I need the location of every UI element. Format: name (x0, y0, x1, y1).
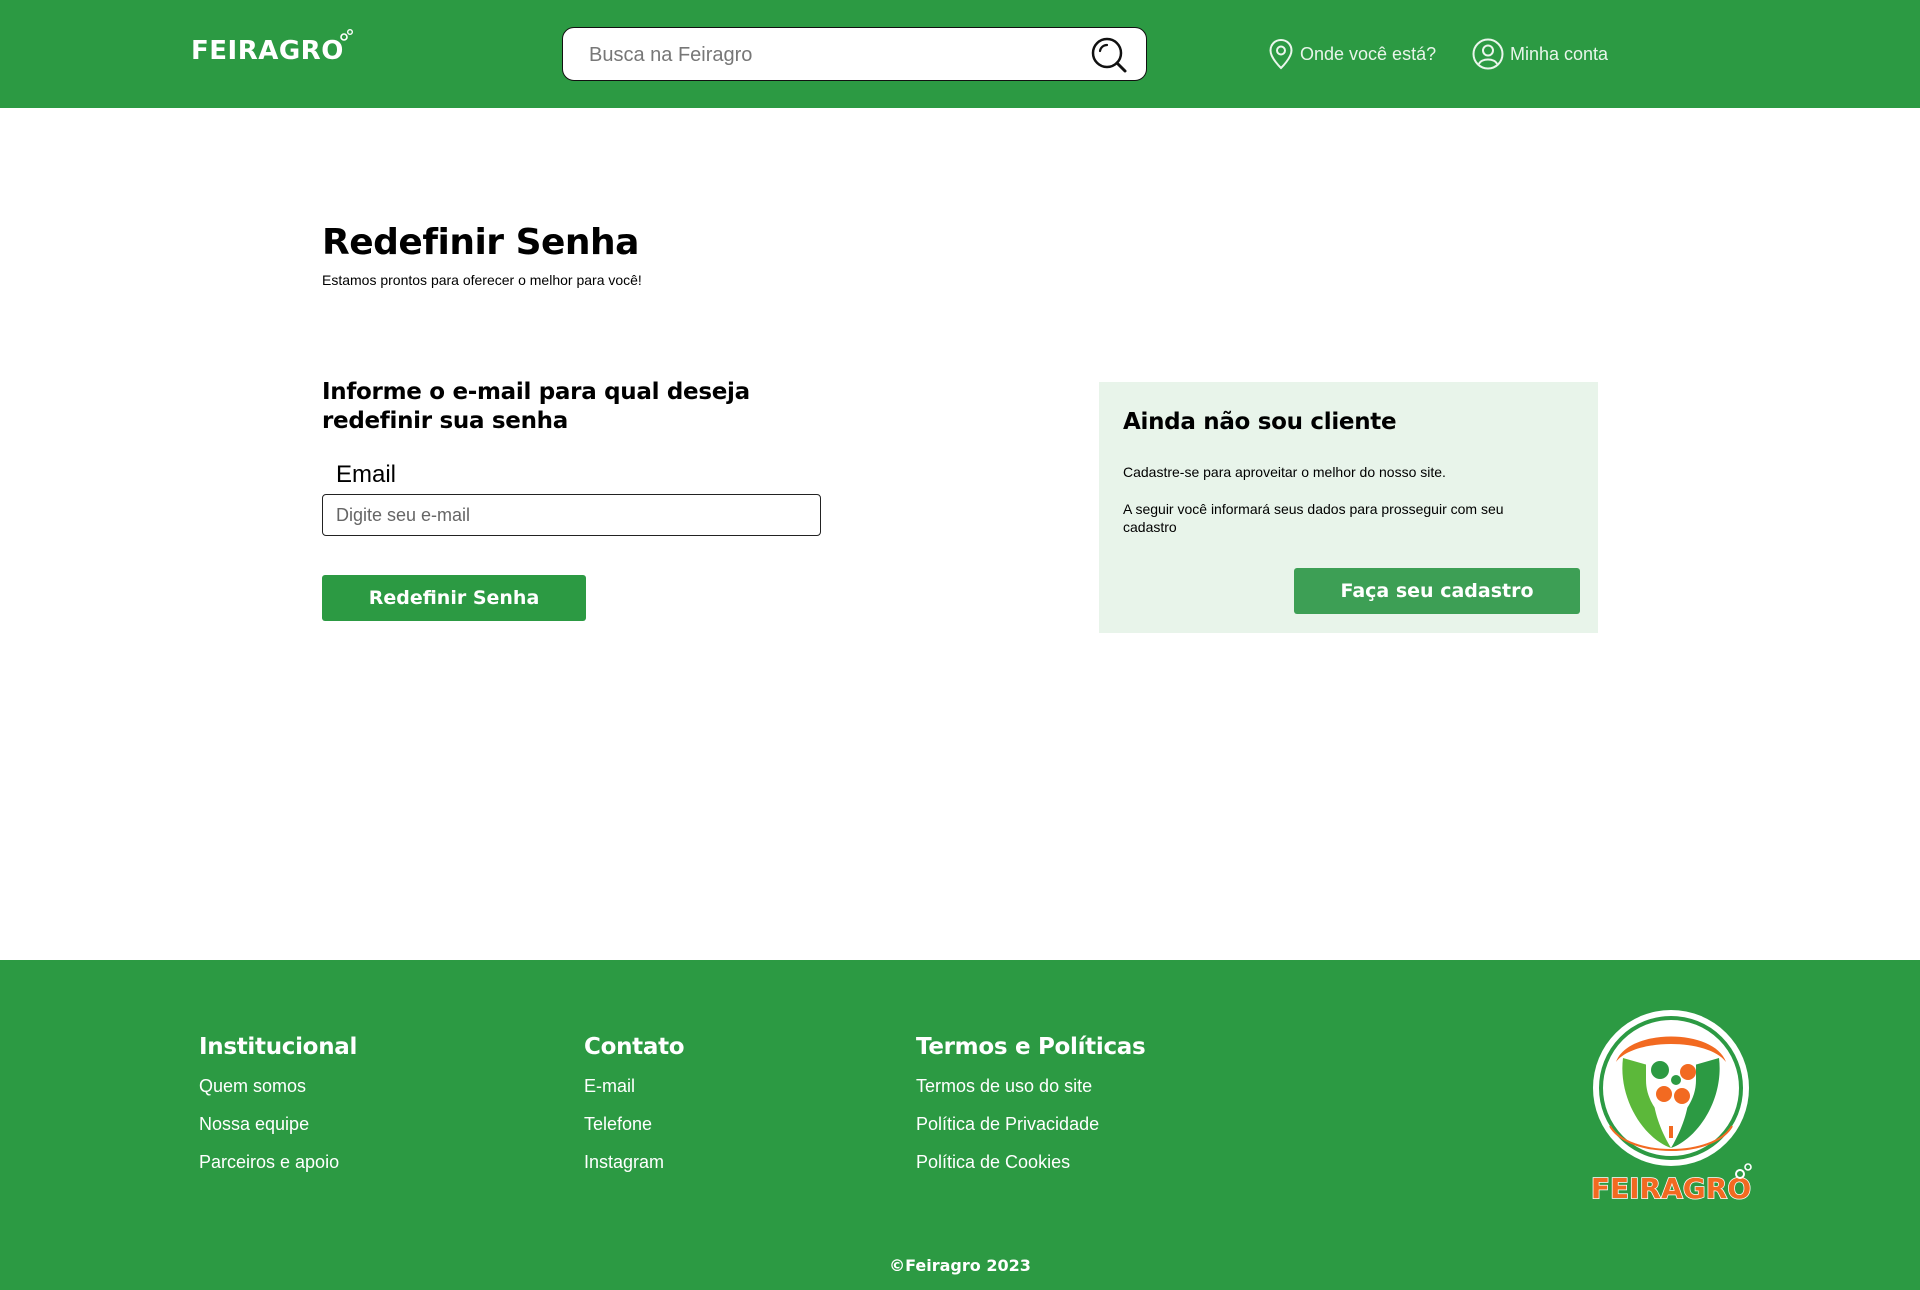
reset-password-button[interactable]: Redefinir Senha (322, 575, 586, 621)
location-pin-icon (1269, 38, 1293, 70)
footer-link-parceiros[interactable]: Parceiros e apoio (199, 1152, 357, 1174)
footer-column-institucional: Institucional Quem somos Nossa equipe Pa… (199, 1034, 357, 1190)
user-circle-icon (1472, 38, 1504, 70)
footer-column-title: Termos e Políticas (916, 1034, 1146, 1060)
footer-logo-text: FEIRAGRO (1591, 1172, 1751, 1205)
page-subtitle: Estamos prontos para oferecer o melhor p… (322, 272, 642, 288)
account-link[interactable]: Minha conta (1472, 38, 1608, 70)
signup-card-text-2: A seguir você informará seus dados para … (1123, 501, 1504, 535)
footer-column-contato: Contato E-mail Telefone Instagram (584, 1034, 685, 1190)
page-title: Redefinir Senha (322, 222, 639, 263)
footer-link-termos-uso[interactable]: Termos de uso do site (916, 1076, 1145, 1098)
footer-column-title: Contato (584, 1034, 685, 1060)
email-field[interactable] (322, 494, 821, 536)
footer-link-cookies[interactable]: Política de Cookies (916, 1152, 1145, 1174)
signup-button[interactable]: Faça seu cadastro (1294, 568, 1580, 614)
copyright-text: ©Feiragro 2023 (889, 1256, 1031, 1275)
signup-card-title: Ainda não sou cliente (1123, 409, 1397, 435)
footer-link-instagram[interactable]: Instagram (584, 1152, 684, 1174)
header-logo[interactable]: FEIRAGRO (191, 29, 353, 66)
footer-link-telefone[interactable]: Telefone (584, 1114, 684, 1136)
site-header: FEIRAGRO Onde você está? Minha conta (0, 0, 1920, 108)
location-link[interactable]: Onde você está? (1268, 38, 1436, 70)
account-label: Minha conta (1510, 43, 1609, 64)
location-label: Onde você está? (1300, 43, 1437, 64)
footer-link-email[interactable]: E-mail (584, 1076, 684, 1098)
footer-logo: FEIRAGRO (1590, 1010, 1752, 1206)
form-heading: Informe o e-mail para qual deseja redefi… (322, 379, 750, 434)
search-bar (562, 27, 1147, 81)
footer-link-nossa-equipe[interactable]: Nossa equipe (199, 1114, 357, 1136)
header-logo-text: FEIRAGRO (191, 36, 344, 66)
signup-card-text-1: Cadastre-se para aproveitar o melhor do … (1123, 464, 1446, 480)
footer-column-title: Institucional (199, 1034, 358, 1060)
footer-link-privacidade[interactable]: Política de Privacidade (916, 1114, 1145, 1136)
signup-card: Ainda não sou cliente Cadastre-se para a… (1099, 382, 1598, 633)
email-label: Email (336, 461, 397, 488)
search-input[interactable] (589, 40, 1059, 70)
footer-column-termos: Termos e Políticas Termos de uso do site… (916, 1034, 1146, 1190)
logo-bubbles-icon (340, 29, 353, 41)
site-footer: Institucional Quem somos Nossa equipe Pa… (0, 960, 1920, 1290)
footer-link-quem-somos[interactable]: Quem somos (199, 1076, 357, 1098)
search-icon[interactable] (1090, 36, 1128, 74)
